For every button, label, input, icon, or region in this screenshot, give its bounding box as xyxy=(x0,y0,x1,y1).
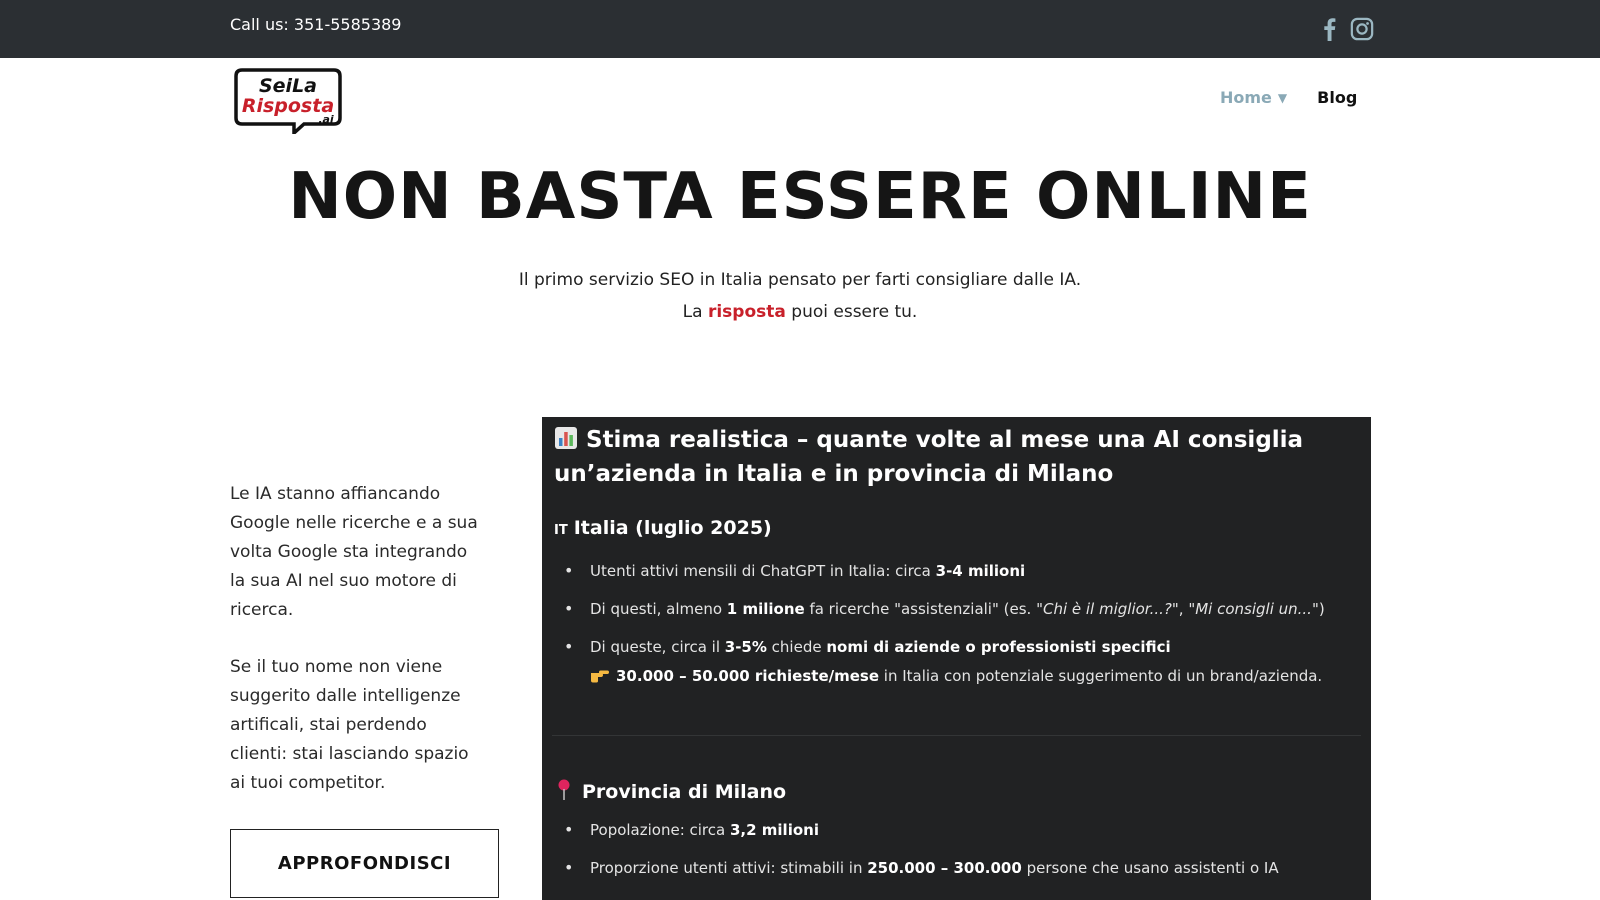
italy-b3-bold2: nomi di aziende o professionisti specifi… xyxy=(826,638,1171,656)
list-item: Utenti attivi mensili di ChatGPT in Ital… xyxy=(564,560,1325,582)
hero-subtitle: Il primo servizio SEO in Italia pensato … xyxy=(0,264,1600,328)
panel-divider xyxy=(552,735,1361,736)
italy-b3-line2-bold: 30.000 – 50.000 richieste/mese xyxy=(616,667,880,685)
intro-paragraph-2: Se il tuo nome non viene suggerito dalle… xyxy=(230,657,469,793)
milano-b2-bold: 250.000 – 300.000 xyxy=(867,859,1022,877)
italy-b1-bold: 3-4 milioni xyxy=(935,562,1026,580)
panel-title: Stima realistica – quante volte al mese … xyxy=(554,423,1354,491)
flag-it-label: IT xyxy=(554,523,568,538)
instagram-icon[interactable] xyxy=(1350,16,1374,42)
approfondisci-button[interactable]: APPROFONDISCI xyxy=(230,829,499,898)
main-nav: Home ▼ Blog xyxy=(1220,88,1357,107)
italy-b3-line2: 30.000 – 50.000 richieste/mese in Italia… xyxy=(590,665,1325,687)
chevron-down-icon: ▼ xyxy=(1277,90,1288,105)
milano-b2-post: persone che usano assistenti o IA xyxy=(1021,859,1279,877)
italy-b3-mid: chiede xyxy=(766,638,827,656)
site-logo[interactable]: SeiLa Risposta .ai xyxy=(234,66,342,134)
phone-number[interactable]: Call us: 351-5585389 xyxy=(230,15,401,34)
hero-subtitle-line2: La risposta puoi essere tu. xyxy=(0,296,1600,328)
map-pin-icon xyxy=(558,779,570,800)
milano-b1-text: Popolazione: circa xyxy=(590,821,730,839)
panel-title-text: Stima realistica – quante volte al mese … xyxy=(554,427,1304,487)
hero-title: NON BASTA ESSERE ONLINE xyxy=(288,160,1312,234)
nav-home-label: Home xyxy=(1220,88,1272,107)
milano-heading-text: Provincia di Milano xyxy=(582,781,787,803)
logo-line1: SeiLa xyxy=(259,75,317,97)
italy-b2-q1: "Chi è il miglior...?" xyxy=(1036,600,1179,618)
list-item: Di queste, circa il 3-5% chiede nomi di … xyxy=(564,636,1325,687)
milano-list: Popolazione: circa 3,2 milioni Proporzio… xyxy=(564,819,1279,895)
italy-b3-text: Di queste, circa il xyxy=(590,638,725,656)
intro-paragraph-1: Le IA stanno affiancando Google nelle ri… xyxy=(230,484,478,620)
intro-text: Le IA stanno affiancando Google nelle ri… xyxy=(230,480,478,798)
logo-line3: .ai xyxy=(318,113,334,126)
milano-b1-bold: 3,2 milioni xyxy=(729,821,819,839)
italy-b2-end: ) xyxy=(1318,600,1325,618)
italy-b1-text: Utenti attivi mensili di ChatGPT in Ital… xyxy=(590,562,936,580)
italy-b2-text: Di questi, almeno xyxy=(590,600,727,618)
italy-b3-line2-post: in Italia con potenziale suggerimento di… xyxy=(879,667,1323,685)
hero-sub-post: puoi essere tu. xyxy=(785,302,918,322)
social-links xyxy=(1318,16,1374,42)
italy-list: Utenti attivi mensili di ChatGPT in Ital… xyxy=(564,560,1325,703)
italy-b2-bold: 1 milione xyxy=(726,600,805,618)
italy-b3-bold1: 3-5% xyxy=(724,638,767,656)
nav-blog-label: Blog xyxy=(1317,88,1358,107)
italy-b2-mid: fa ricerche "assistenziali" (es. xyxy=(804,600,1037,618)
milano-b2-text: Proporzione utenti attivi: stimabili in xyxy=(590,859,868,877)
italy-b2-sep: , xyxy=(1178,600,1189,618)
facebook-icon[interactable] xyxy=(1318,16,1342,42)
hero-sub-pre: La xyxy=(682,302,708,322)
nav-item-blog[interactable]: Blog xyxy=(1317,88,1357,107)
hero-subtitle-line1: Il primo servizio SEO in Italia pensato … xyxy=(518,270,1082,290)
top-bar: Call us: 351-5585389 xyxy=(0,0,1600,58)
list-item: Di questi, almeno 1 milione fa ricerche … xyxy=(564,598,1325,620)
italy-heading: IT Italia (luglio 2025) xyxy=(554,517,772,539)
nav-item-home[interactable]: Home ▼ xyxy=(1220,88,1287,107)
milano-heading: Provincia di Milano xyxy=(556,779,786,803)
italy-b2-q2: "Mi consigli un..." xyxy=(1188,600,1319,618)
list-item: Proporzione utenti attivi: stimabili in … xyxy=(564,857,1279,879)
pointing-hand-icon xyxy=(591,670,609,683)
italy-heading-text: Italia (luglio 2025) xyxy=(573,517,772,539)
list-item: Popolazione: circa 3,2 milioni xyxy=(564,819,1279,841)
stats-panel: Stima realistica – quante volte al mese … xyxy=(542,417,1371,900)
hero-sub-accent: risposta xyxy=(707,302,786,322)
bar-chart-icon xyxy=(555,427,577,449)
